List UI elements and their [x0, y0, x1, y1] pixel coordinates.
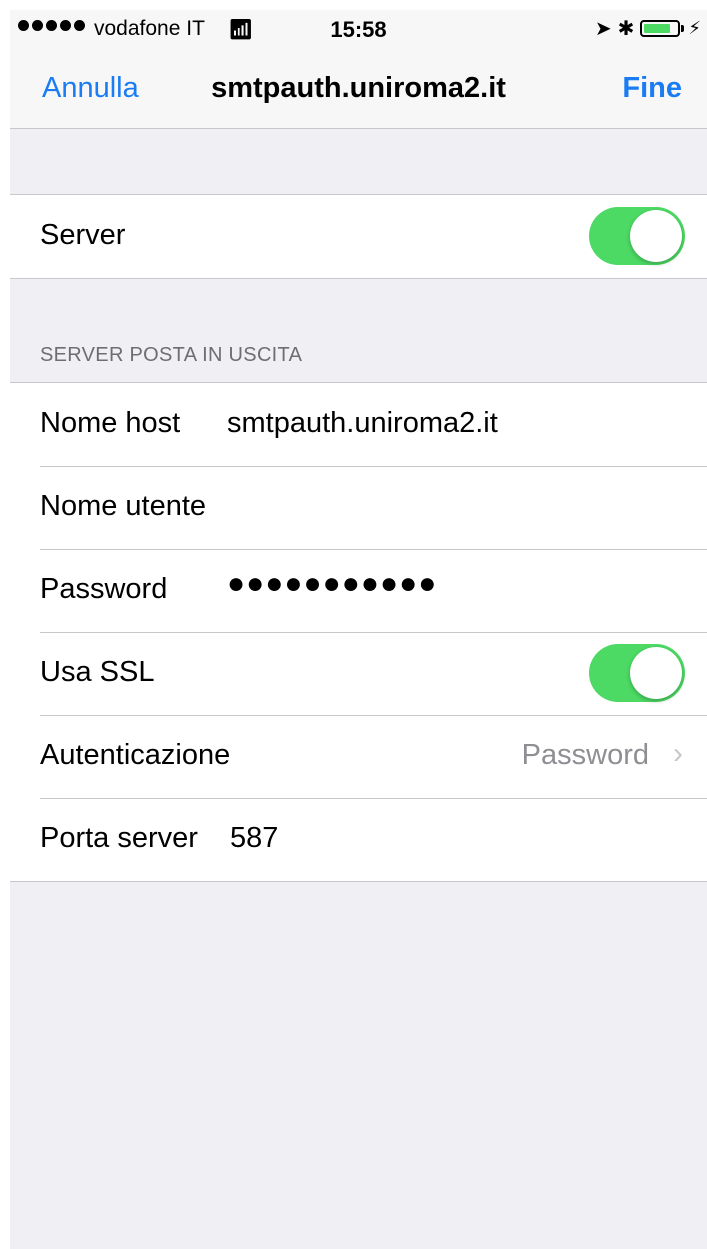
- ssl-toggle[interactable]: [589, 644, 685, 702]
- status-right-icons: ➤ ✱ ⚡︎: [595, 16, 701, 41]
- chevron-right-icon: ›: [673, 737, 683, 770]
- username-row: Nome utente: [10, 466, 707, 549]
- status-bar: vodafone IT 📶︎ 15:58 ➤ ✱ ⚡︎: [10, 10, 707, 48]
- password-row: Password ●●●●●●●●●●●: [10, 549, 707, 632]
- server-toggle[interactable]: [589, 207, 685, 265]
- password-input[interactable]: ●●●●●●●●●●●: [227, 567, 437, 601]
- done-button[interactable]: Fine: [622, 72, 682, 105]
- username-label: Nome utente: [40, 490, 207, 522]
- server-row: Server: [10, 195, 707, 278]
- top-bar: vodafone IT 📶︎ 15:58 ➤ ✱ ⚡︎ Annulla smtp…: [10, 10, 707, 129]
- location-arrow-icon: ➤: [594, 18, 612, 40]
- server-label: Server: [40, 219, 126, 251]
- host-input[interactable]: smtpauth.uniroma2.it: [227, 407, 498, 440]
- charging-bolt-icon: ⚡︎: [688, 18, 701, 38]
- authentication-row[interactable]: Autenticazione Password ›: [10, 715, 707, 798]
- ssl-label: Usa SSL: [40, 656, 155, 688]
- outgoing-server-group: Nome host smtpauth.uniroma2.it Nome uten…: [10, 382, 707, 882]
- authentication-label: Autenticazione: [40, 739, 231, 771]
- bluetooth-icon: ✱: [617, 18, 635, 40]
- host-label: Nome host: [40, 407, 181, 439]
- page-title: smtpauth.uniroma2.it: [211, 72, 506, 104]
- navigation-bar: Annulla smtpauth.uniroma2.it Fine: [10, 62, 707, 118]
- battery-tip: [681, 25, 685, 32]
- host-row: Nome host smtpauth.uniroma2.it: [10, 383, 707, 466]
- authentication-value: Password: [521, 739, 649, 771]
- port-input[interactable]: 587: [230, 822, 278, 855]
- section-header-outgoing: SERVER POSTA IN USCITA: [40, 344, 303, 366]
- port-label: Porta server: [40, 822, 198, 854]
- password-label: Password: [40, 573, 168, 605]
- ssl-row: Usa SSL: [10, 632, 707, 715]
- toggle-knob: [630, 647, 682, 699]
- toggle-knob: [630, 210, 682, 262]
- mail-server-settings-screen: vodafone IT 📶︎ 15:58 ➤ ✱ ⚡︎ Annulla smtp…: [10, 10, 707, 1249]
- username-input[interactable]: [250, 490, 670, 526]
- battery-icon: [640, 20, 681, 37]
- server-group: Server: [10, 194, 707, 279]
- port-row: Porta server 587: [10, 798, 707, 881]
